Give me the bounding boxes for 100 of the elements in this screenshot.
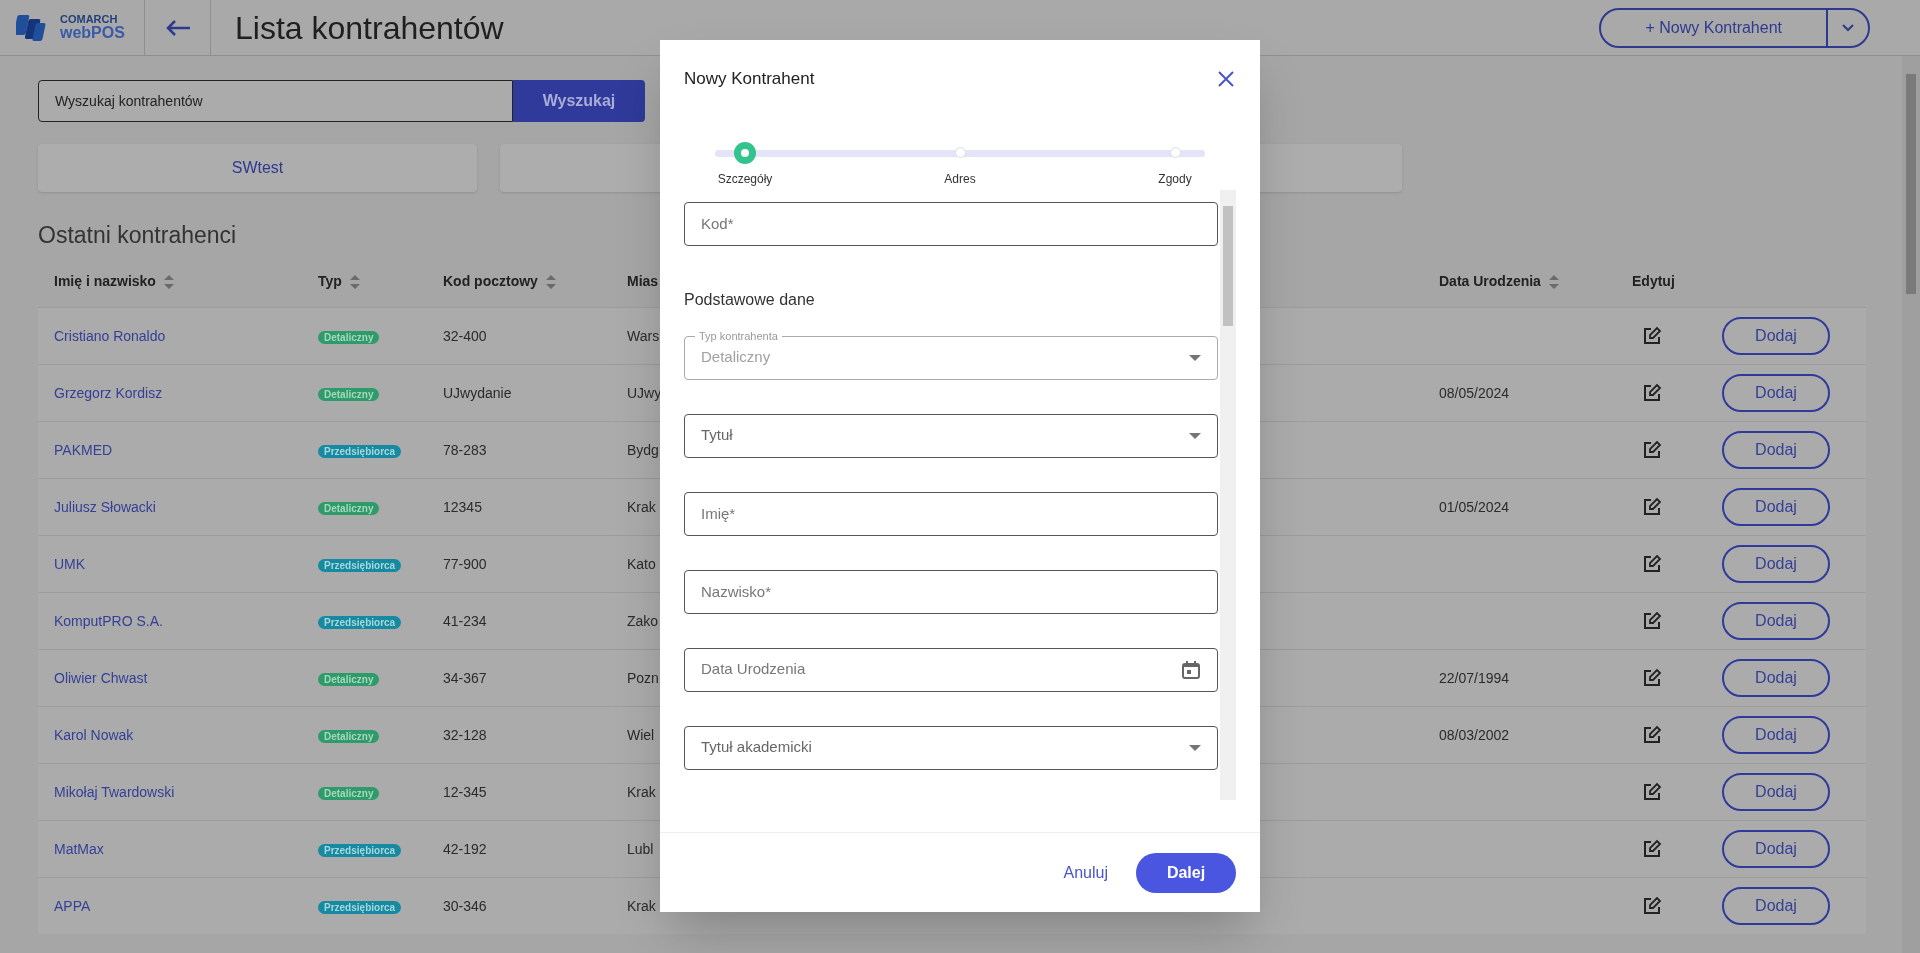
- table-cell: Pozn: [627, 669, 659, 686]
- edit-icon[interactable]: [1642, 496, 1662, 517]
- table-cell: Lubl: [627, 840, 654, 857]
- back-arrow-icon: [164, 18, 191, 37]
- edit-icon[interactable]: [1642, 781, 1662, 802]
- text-field[interactable]: Nazwisko*: [684, 569, 1219, 614]
- type-badge: Przedsiębiorca: [318, 900, 402, 914]
- sort-icon: [545, 274, 556, 289]
- contractor-name-link[interactable]: PAKMED: [54, 441, 113, 458]
- edit-icon[interactable]: [1642, 724, 1662, 745]
- contractor-name-link[interactable]: Oliwier Chwast: [54, 669, 148, 686]
- edit-icon[interactable]: [1642, 895, 1662, 916]
- select-value: Tytuł akademicki: [701, 737, 812, 758]
- table-cell: 12-345: [443, 783, 487, 800]
- search-field[interactable]: Wyszukaj kontrahentów: [38, 80, 513, 122]
- edit-icon[interactable]: [1642, 553, 1662, 574]
- edit-icon[interactable]: [1642, 610, 1662, 631]
- sort-icon: [1548, 274, 1559, 289]
- type-badge: Detaliczny: [318, 672, 380, 686]
- step-label: Adres: [944, 170, 976, 188]
- contractor-name-link[interactable]: APPA: [54, 897, 91, 914]
- table-cell: 32-128: [443, 726, 487, 743]
- contractor-name-link[interactable]: Grzegorz Kordisz: [54, 384, 163, 401]
- sort-icon: [349, 274, 360, 289]
- sort-icon: [163, 274, 174, 289]
- add-button[interactable]: Dodaj: [1722, 772, 1830, 811]
- column-header[interactable]: Typ: [318, 271, 360, 292]
- table-cell: 08/03/2002: [1439, 726, 1510, 743]
- dropdown-caret-icon: [1189, 354, 1202, 361]
- section-heading: Podstawowe dane: [684, 289, 816, 310]
- add-button[interactable]: Dodaj: [1722, 544, 1830, 583]
- add-button[interactable]: Dodaj: [1722, 886, 1830, 925]
- column-header[interactable]: Imię i nazwisko: [54, 271, 174, 292]
- contractor-name-link[interactable]: Karol Nowak: [54, 726, 134, 743]
- table-cell: Kato: [627, 555, 656, 572]
- table-cell: 22/07/1994: [1439, 669, 1510, 686]
- contractor-name-link[interactable]: KomputPRO S.A.: [54, 612, 163, 629]
- next-button[interactable]: Dalej: [1136, 852, 1236, 893]
- contractor-tile[interactable]: SWtest: [38, 144, 477, 192]
- select-field[interactable]: Tytuł akademicki: [684, 725, 1219, 770]
- column-header[interactable]: Kod pocztowy: [443, 271, 556, 292]
- dialog-title: Nowy Kontrahent: [684, 68, 815, 90]
- add-button[interactable]: Dodaj: [1722, 316, 1830, 355]
- table-cell: Wars: [627, 327, 660, 344]
- table-cell: Bydg: [627, 441, 659, 458]
- scrollbar[interactable]: [1220, 189, 1236, 800]
- edit-icon[interactable]: [1642, 838, 1662, 859]
- table-cell: 08/05/2024: [1439, 384, 1510, 401]
- type-badge: Detaliczny: [318, 729, 380, 743]
- close-button[interactable]: [1216, 68, 1236, 89]
- table-cell: Wiel: [627, 726, 655, 743]
- table-cell: 77-900: [443, 555, 487, 572]
- add-button[interactable]: Dodaj: [1722, 715, 1830, 754]
- edit-icon[interactable]: [1642, 382, 1662, 403]
- select-field[interactable]: Tytuł: [684, 413, 1219, 458]
- table-cell: 12345: [443, 498, 482, 515]
- edit-icon[interactable]: [1642, 325, 1662, 346]
- type-badge: Przedsiębiorca: [318, 615, 402, 629]
- contractor-name-link[interactable]: Juliusz Słowacki: [54, 498, 156, 515]
- add-button[interactable]: Dodaj: [1722, 487, 1830, 526]
- type-badge: Detaliczny: [318, 501, 380, 515]
- section-title: Ostatni kontrahenci: [38, 221, 237, 250]
- cancel-button[interactable]: Anuluj: [1063, 860, 1108, 885]
- text-field[interactable]: Imię*: [684, 491, 1219, 536]
- logo-text: COMARCH: [60, 14, 119, 25]
- add-button[interactable]: Dodaj: [1722, 658, 1830, 697]
- table-cell: 34-367: [443, 669, 487, 686]
- edit-icon[interactable]: [1642, 667, 1662, 688]
- scrollbar[interactable]: [1902, 56, 1920, 953]
- table-cell: Krak: [627, 498, 656, 515]
- dropdown-caret-icon: [1189, 432, 1202, 439]
- add-button[interactable]: Dodaj: [1722, 829, 1830, 868]
- contractor-name-link[interactable]: MatMax: [54, 840, 104, 857]
- add-button[interactable]: Dodaj: [1722, 373, 1830, 412]
- search-button[interactable]: Wyszukaj: [513, 80, 645, 122]
- step-label: Szczegóły: [717, 170, 773, 188]
- contractor-name-link[interactable]: UMK: [54, 555, 86, 572]
- table-cell: Krak: [627, 897, 656, 914]
- table-cell: 42-192: [443, 840, 487, 857]
- column-header: Edytuj: [1632, 272, 1675, 291]
- edit-icon[interactable]: [1642, 439, 1662, 460]
- text-field[interactable]: Kod*: [684, 201, 1219, 246]
- contractor-name-link[interactable]: Mikołaj Twardowski: [54, 783, 175, 800]
- column-header: Mias: [627, 272, 659, 291]
- type-badge: Detaliczny: [318, 387, 380, 401]
- select-value: Detaliczny: [701, 347, 771, 368]
- table-cell: 32-400: [443, 327, 487, 344]
- date-field[interactable]: Data Urodzenia: [684, 647, 1219, 692]
- type-badge: Detaliczny: [318, 786, 380, 800]
- dropdown-caret-icon: [1189, 744, 1202, 751]
- contractor-name-link[interactable]: Cristiano Ronaldo: [54, 327, 166, 344]
- table-cell: 78-283: [443, 441, 487, 458]
- add-button[interactable]: Dodaj: [1722, 430, 1830, 469]
- table-cell: Krak: [627, 783, 656, 800]
- table-cell: UJwydanie: [443, 384, 512, 401]
- table-cell: 01/05/2024: [1439, 498, 1510, 515]
- table-cell: Zako: [627, 612, 659, 629]
- type-badge: Przedsiębiorca: [318, 444, 402, 458]
- add-button[interactable]: Dodaj: [1722, 601, 1830, 640]
- column-header[interactable]: Data Urodzenia: [1439, 271, 1559, 292]
